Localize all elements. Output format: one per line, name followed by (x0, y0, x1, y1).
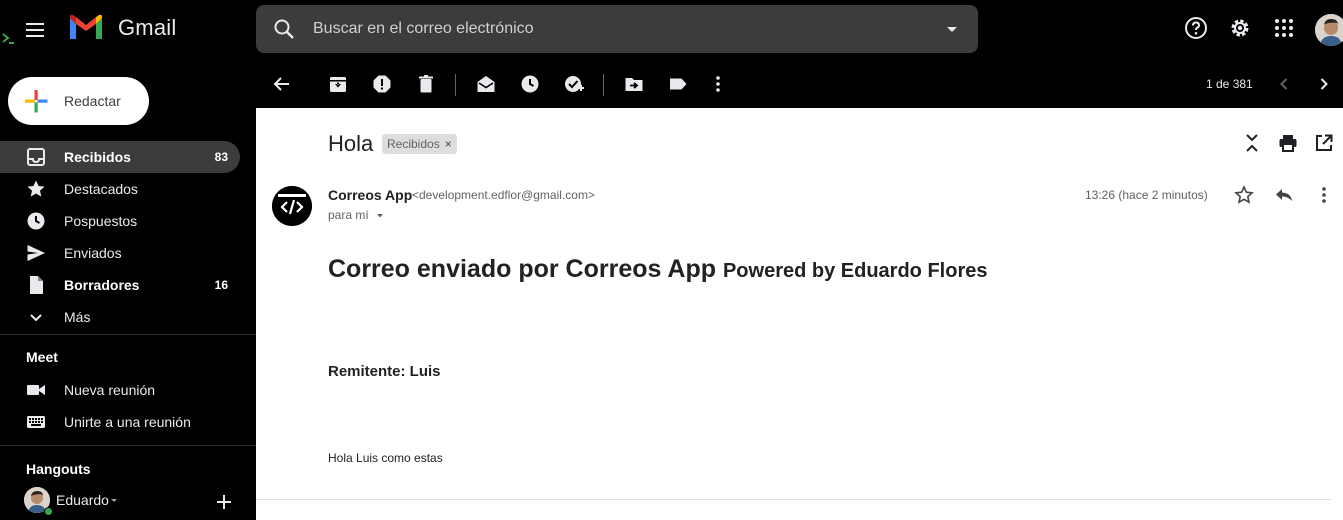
reply-icon[interactable] (1274, 185, 1294, 205)
snooze-clock-icon[interactable] (520, 74, 540, 94)
send-icon (26, 243, 46, 263)
sidebar-item-more[interactable]: Más (0, 301, 240, 333)
draft-icon (26, 275, 46, 295)
sidebar-item-inbox[interactable]: Recibidos 83 (0, 141, 240, 173)
sidebar-item-label: Nueva reunión (64, 382, 156, 398)
message-toolbar: 1 de 381 (256, 60, 1343, 108)
back-arrow-icon[interactable] (272, 74, 292, 94)
more-vert-icon[interactable] (1314, 185, 1334, 205)
chevron-down-icon (26, 307, 46, 327)
archive-icon[interactable] (328, 74, 348, 94)
report-spam-icon[interactable] (372, 74, 392, 94)
account-avatar[interactable] (1315, 14, 1343, 46)
print-icon[interactable] (1278, 133, 1298, 153)
remove-label-icon[interactable]: × (445, 137, 452, 151)
pagination-text: 1 de 381 (1206, 77, 1253, 91)
star-icon[interactable] (1234, 185, 1254, 205)
label-icon[interactable] (668, 74, 688, 94)
sidebar-item-label: Pospuestos (64, 213, 138, 229)
sidebar-item-label: Borradores (64, 277, 140, 293)
body-heading-powered: Powered by Eduardo Flores (722, 260, 988, 282)
search-options-icon[interactable] (944, 21, 960, 37)
sidebar-item-label: Enviados (64, 245, 122, 261)
body-text: Hola Luis como estas (328, 451, 443, 465)
hangouts-section-title: Hangouts (26, 461, 91, 477)
clock-icon (26, 211, 46, 231)
sidebar-item-starred[interactable]: Destacados (0, 173, 240, 205)
recipient-text: para mí (328, 208, 369, 222)
sidebar-divider (0, 445, 256, 446)
sender-name: Correos App (328, 187, 413, 203)
app-name: Gmail (118, 14, 177, 40)
help-icon[interactable] (1184, 16, 1208, 40)
drafts-count-badge: 16 (214, 278, 228, 292)
search-icon[interactable] (272, 17, 296, 41)
search-input[interactable]: Buscar en el correo electrónico (313, 20, 534, 38)
move-to-icon[interactable] (624, 74, 644, 94)
sender-email: <development.edflor@gmail.com> (412, 188, 595, 202)
hangouts-user-name[interactable]: Eduardo (56, 492, 109, 508)
compose-button[interactable]: Redactar (8, 77, 149, 125)
chevron-down-icon[interactable] (109, 496, 119, 506)
main-menu-icon[interactable] (20, 14, 52, 46)
toolbar-separator (455, 74, 456, 96)
apps-grid-icon[interactable] (1272, 16, 1296, 40)
chevron-right-icon[interactable] (1314, 74, 1334, 94)
message-divider (256, 499, 1331, 500)
sidebar-item-label: Unirte a una reunión (64, 414, 191, 430)
message-pane: Hola Recibidos × Correos App <developmen… (256, 108, 1343, 520)
body-heading-main: Correo enviado por Correos App (328, 255, 717, 283)
body-sender-line: Remitente: Luis (328, 363, 441, 380)
chevron-left-icon[interactable] (1274, 74, 1294, 94)
inbox-label-chip[interactable]: Recibidos × (382, 134, 457, 154)
sidebar-item-join-meeting[interactable]: Unirte a una reunión (0, 406, 240, 438)
more-vert-icon[interactable] (708, 74, 728, 94)
unread-count-badge: 83 (214, 150, 228, 164)
open-new-window-icon[interactable] (1314, 133, 1334, 153)
sidebar-item-label: Recibidos (64, 149, 131, 165)
sidebar-divider (0, 334, 256, 335)
add-contact-icon[interactable] (214, 492, 234, 512)
terminal-icon (2, 31, 16, 45)
sidebar-item-sent[interactable]: Enviados (0, 237, 240, 269)
compose-label: Redactar (64, 93, 121, 109)
settings-gear-icon[interactable] (1228, 16, 1252, 40)
star-icon (26, 179, 46, 199)
inbox-icon (26, 147, 46, 167)
gmail-logo[interactable]: Gmail (68, 14, 176, 41)
sidebar-item-label: Destacados (64, 181, 138, 197)
sidebar-item-snoozed[interactable]: Pospuestos (0, 205, 240, 237)
message-timestamp: 13:26 (hace 2 minutos) (1085, 188, 1208, 202)
collapse-all-icon[interactable] (1242, 133, 1262, 153)
meet-section-title: Meet (26, 349, 58, 365)
sidebar-item-label: Más (64, 309, 91, 325)
sidebar: Redactar Recibidos 83 Destacados Pospues… (0, 60, 256, 520)
keyboard-icon (26, 412, 46, 432)
toolbar-separator (603, 74, 604, 96)
online-status-indicator (44, 507, 53, 516)
add-task-icon[interactable] (564, 74, 584, 94)
gmail-m-icon (70, 14, 102, 39)
message-subject: Hola (328, 131, 374, 156)
body-heading: Correo enviado por Correos App Powered b… (328, 255, 987, 284)
label-chip-text: Recibidos (387, 137, 440, 151)
delete-icon[interactable] (416, 74, 436, 94)
sidebar-item-drafts[interactable]: Borradores 16 (0, 269, 240, 301)
plus-icon (24, 89, 48, 113)
search-bar[interactable]: Buscar en el correo electrónico (256, 5, 978, 53)
video-icon (26, 380, 46, 400)
mark-unread-icon[interactable] (476, 74, 496, 94)
sender-avatar[interactable] (272, 186, 312, 226)
top-bar: Gmail Buscar en el correo electrónico (0, 0, 1343, 60)
sidebar-item-new-meeting[interactable]: Nueva reunión (0, 374, 240, 406)
show-details-icon[interactable] (375, 211, 385, 221)
